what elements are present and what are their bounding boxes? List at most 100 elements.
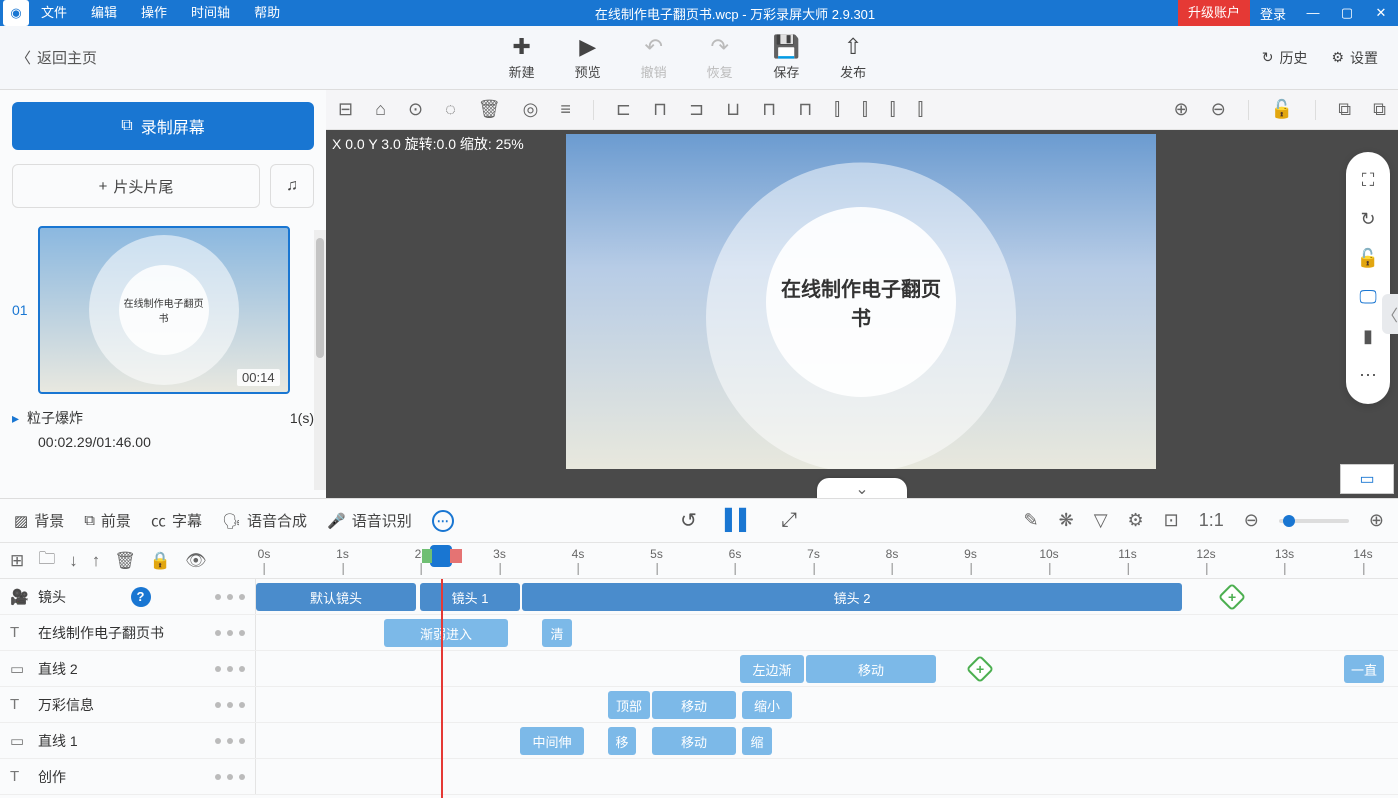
- track-dots[interactable]: [215, 630, 245, 636]
- visibility-icon[interactable]: 👁: [185, 551, 207, 571]
- back-home-button[interactable]: 〈 返回主页: [0, 47, 113, 68]
- add-keyframe-button[interactable]: +: [1218, 583, 1246, 611]
- arrow-down-icon[interactable]: ↓: [69, 551, 78, 571]
- expand-button[interactable]: ⤢: [781, 509, 797, 532]
- home-icon[interactable]: ⌂: [375, 99, 386, 120]
- timeline-ruler[interactable]: 0s1s2s3s4s5s6s7s8s9s10s11s12s13s14s: [256, 543, 1398, 578]
- timeline-clip[interactable]: 移动: [652, 691, 736, 719]
- tabs-more-button[interactable]: ⋯: [432, 510, 454, 532]
- stage-preview[interactable]: 在线制作电子翻页书: [566, 134, 1156, 469]
- close-icon[interactable]: ✕: [1364, 0, 1398, 26]
- left-panel-scrollbar[interactable]: [314, 230, 326, 490]
- track-head[interactable]: T创作: [0, 759, 256, 794]
- more-dots-icon[interactable]: ⋯: [1359, 365, 1377, 386]
- sliders-tool-icon[interactable]: ⚙: [1128, 510, 1144, 531]
- record-screen-button[interactable]: ⧉ 录制屏幕: [12, 102, 314, 150]
- timeline-clip[interactable]: 移动: [652, 727, 736, 755]
- minimize-icon[interactable]: —: [1296, 0, 1330, 26]
- tab-foreground[interactable]: ⧉前景: [84, 510, 131, 531]
- timeline-clip[interactable]: 顶部: [608, 691, 650, 719]
- login-button[interactable]: 登录: [1250, 4, 1296, 23]
- fullscreen-icon[interactable]: ⛶: [1362, 170, 1375, 191]
- stage-toggle-button[interactable]: ⌄: [817, 478, 907, 498]
- track-head[interactable]: T万彩信息: [0, 687, 256, 722]
- align-middle-icon[interactable]: ⊓: [762, 99, 776, 120]
- zoom-slider[interactable]: [1279, 519, 1349, 523]
- tab-subtitle[interactable]: ㏄字幕: [151, 510, 202, 531]
- track-body[interactable]: [256, 759, 1398, 794]
- bracket-tool-icon[interactable]: ⊡: [1164, 510, 1179, 531]
- music-button[interactable]: ♫: [270, 164, 314, 208]
- track-head[interactable]: ▭直线 1: [0, 723, 256, 758]
- new-button[interactable]: ✚新建: [509, 34, 535, 81]
- tab-background[interactable]: ▨背景: [14, 510, 64, 531]
- step-back-button[interactable]: ↺: [680, 508, 697, 533]
- add-folder-icon[interactable]: 🗀: [38, 546, 55, 575]
- stage-expand-button[interactable]: 〈: [1382, 294, 1398, 334]
- upgrade-button[interactable]: 升级账户: [1178, 0, 1250, 26]
- track-dots[interactable]: [215, 774, 245, 780]
- tab-tts[interactable]: 🗣语音合成: [222, 510, 307, 531]
- track-head[interactable]: 🎥镜头?: [0, 579, 256, 614]
- add-clip-icon[interactable]: ⊞: [10, 551, 24, 571]
- history-button[interactable]: ↻历史: [1262, 48, 1308, 68]
- timeline-clip[interactable]: 左边渐: [740, 655, 804, 683]
- trash-icon[interactable]: 🗑: [478, 99, 501, 120]
- distribute-icon[interactable]: ⫿: [890, 99, 896, 120]
- scene-thumbnail[interactable]: 在线制作电子翻页书 00:14: [38, 226, 290, 394]
- align-left-icon[interactable]: ⊏: [616, 99, 631, 120]
- menu-help[interactable]: 帮助: [242, 0, 292, 26]
- track-body[interactable]: 默认镜头镜头 1镜头 2+: [256, 579, 1398, 614]
- track-head[interactable]: ▭直线 2: [0, 651, 256, 686]
- track-body[interactable]: 渐弱进入 清: [256, 615, 1398, 650]
- menu-edit[interactable]: 编辑: [79, 0, 129, 26]
- timeline-clip[interactable]: 缩小: [742, 691, 792, 719]
- menu-timeline[interactable]: 时间轴: [179, 0, 242, 26]
- align-bottom-icon[interactable]: ⊓: [798, 99, 812, 120]
- timeline-clip[interactable]: 渐弱进入: [384, 619, 508, 647]
- align-top-icon[interactable]: ⊔: [726, 99, 740, 120]
- distribute-v-icon[interactable]: ⫿: [862, 99, 868, 120]
- desktop-view-icon[interactable]: 🖵: [1359, 287, 1376, 308]
- timeline-clip[interactable]: 默认镜头: [256, 583, 416, 611]
- target-icon[interactable]: ◎: [523, 99, 539, 120]
- lock-track-icon[interactable]: 🔒: [150, 551, 171, 571]
- pause-button[interactable]: ▌▌: [725, 509, 753, 532]
- minimap[interactable]: ▭: [1340, 464, 1394, 494]
- zoom-in-tl-icon[interactable]: ⊕: [1369, 510, 1384, 531]
- zoom-out-tl-icon[interactable]: ⊖: [1244, 510, 1259, 531]
- undo-button[interactable]: ↶撤销: [641, 34, 667, 81]
- delete-track-icon[interactable]: 🗑: [114, 551, 136, 571]
- timeline-clip[interactable]: 一直: [1344, 655, 1384, 683]
- edit-tool-icon[interactable]: ✎: [1024, 510, 1039, 531]
- distribute-h-icon[interactable]: ⫿: [834, 99, 840, 120]
- timeline-clip[interactable]: 中间伸: [520, 727, 584, 755]
- head-tail-button[interactable]: + 片头片尾: [12, 164, 260, 208]
- preview-button[interactable]: ▶预览: [575, 34, 601, 81]
- copy-icon[interactable]: ⧉: [1338, 99, 1351, 120]
- lines-icon[interactable]: ≡: [560, 99, 571, 120]
- mobile-view-icon[interactable]: ▮: [1363, 326, 1373, 347]
- track-dots[interactable]: [215, 666, 245, 672]
- zoom-in-icon[interactable]: ⊕: [1174, 99, 1189, 120]
- track-head[interactable]: T在线制作电子翻页书: [0, 615, 256, 650]
- track-body[interactable]: 中间伸移移动缩: [256, 723, 1398, 758]
- canvas-stage[interactable]: X 0.0 Y 3.0 旋转:0.0 缩放: 25% 在线制作电子翻页书 ⌄ ⛶…: [326, 130, 1398, 498]
- rotate-icon[interactable]: ↻: [1360, 209, 1375, 230]
- paste-icon[interactable]: ⧉: [1373, 99, 1386, 120]
- maximize-icon[interactable]: ▢: [1330, 0, 1364, 26]
- redo-button[interactable]: ↷恢复: [707, 34, 733, 81]
- circle-more-icon[interactable]: ⊙: [408, 99, 423, 120]
- settings-button[interactable]: ⚙设置: [1331, 48, 1378, 68]
- timeline-clip[interactable]: 清: [542, 619, 572, 647]
- timeline-clip[interactable]: 镜头 2: [522, 583, 1182, 611]
- effects-tool-icon[interactable]: ❋: [1059, 510, 1074, 531]
- timeline-clip[interactable]: 移: [608, 727, 636, 755]
- playhead-marker[interactable]: [430, 545, 452, 567]
- distribute2-icon[interactable]: ⫿: [918, 99, 924, 120]
- filter-tool-icon[interactable]: ▽: [1094, 510, 1108, 531]
- publish-button[interactable]: ⇧发布: [840, 34, 866, 81]
- save-button[interactable]: 💾保存: [773, 34, 800, 81]
- menu-operate[interactable]: 操作: [129, 0, 179, 26]
- lock-icon[interactable]: 🔓: [1357, 248, 1379, 269]
